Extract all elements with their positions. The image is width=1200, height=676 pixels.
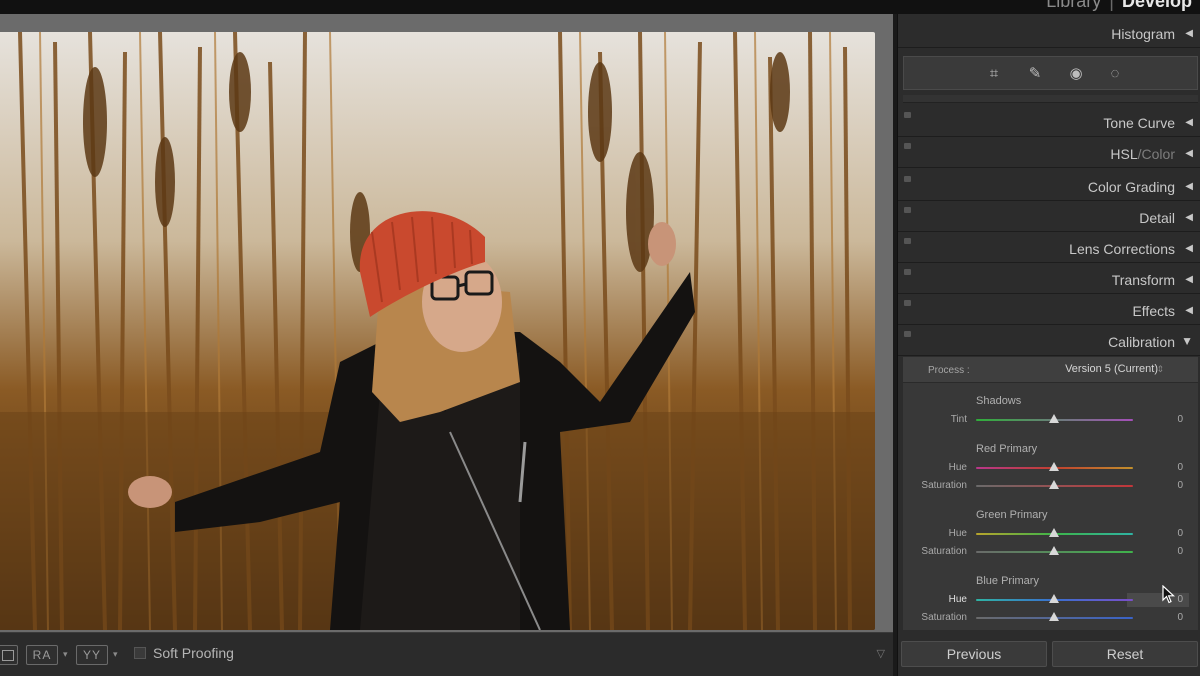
panel-transform[interactable]: Transform ◀ [898,265,1200,294]
panel-effects[interactable]: Effects ◀ [898,296,1200,325]
panel-toggle[interactable] [904,331,911,337]
blue-saturation-label: Saturation [921,612,967,623]
panel-toggle[interactable] [904,112,911,118]
mouse-cursor-icon [1162,585,1176,604]
green-hue-value[interactable]: 0 [1163,528,1183,539]
panel-toggle[interactable] [904,143,911,149]
photo-illustration [0,32,875,630]
process-label: Process : [928,365,970,376]
red-primary-title: Red Primary [976,443,1038,455]
tool-strip: ⌗ ✎ ◉ ◌ [903,56,1198,90]
blue-saturation-thumb[interactable] [1049,612,1059,621]
shadows-tint-label: Tint [950,414,967,425]
collapse-icon[interactable]: ◀ [1185,212,1193,223]
hsl-tab[interactable]: HSL [1110,146,1137,162]
red-hue-label: Hue [948,462,967,473]
panel-toggle[interactable] [904,269,911,275]
calibration-panel-body: Process : Version 5 (Current) ⇕ Shadows … [903,357,1198,630]
green-hue-thumb[interactable] [1049,528,1059,537]
expanded-icon[interactable]: ▼ [1181,334,1193,348]
panel-toggle[interactable] [904,207,911,213]
green-saturation-thumb[interactable] [1049,546,1059,555]
panel-lens-corrections[interactable]: Lens Corrections ◀ [898,234,1200,263]
panel-toggle[interactable] [904,238,911,244]
previous-button[interactable]: Previous [901,641,1047,667]
module-develop[interactable]: Develop [1122,0,1192,11]
soft-proofing-checkbox[interactable] [134,647,146,659]
panel-divider [903,95,1198,103]
collapse-icon[interactable]: ◀ [1185,243,1193,254]
panel-calibration[interactable]: Calibration ▼ [898,327,1200,356]
red-saturation-thumb[interactable] [1049,480,1059,489]
collapse-icon[interactable]: ◀ [1185,148,1193,159]
before-after-split-button[interactable]: YY [76,645,108,665]
healing-icon[interactable]: ✎ [1025,64,1045,84]
panel-tone-curve[interactable]: Tone Curve ◀ [898,108,1200,137]
module-separator: | [1109,0,1114,11]
panel-toggle[interactable] [904,300,911,306]
shadows-title: Shadows [976,395,1022,407]
red-hue-value[interactable]: 0 [1163,462,1183,473]
collapse-icon[interactable]: ◀ [1185,274,1193,285]
process-selector[interactable]: Process : Version 5 (Current) ⇕ [903,357,1198,383]
collapse-icon[interactable]: ◀ [1185,28,1193,39]
blue-saturation-value[interactable]: 0 [1163,612,1183,623]
green-saturation-label: Saturation [921,546,967,557]
blue-hue-label: Hue [948,594,967,605]
module-picker: Library | Develop [1046,0,1192,12]
reset-button[interactable]: Reset [1052,641,1198,667]
image-canvas[interactable] [0,14,893,632]
green-primary-title: Green Primary [976,509,1048,521]
crop-icon[interactable]: ⌗ [984,64,1004,84]
toolbar-menu-icon[interactable]: ▽ [877,647,885,660]
updown-arrows-icon[interactable]: ⇕ [1156,364,1164,375]
panel-color-grading[interactable]: Color Grading ◀ [898,172,1200,201]
blue-primary-title: Blue Primary [976,575,1039,587]
process-value[interactable]: Version 5 (Current) [1065,363,1158,375]
collapse-icon[interactable]: ◀ [1185,181,1193,192]
collapse-icon[interactable]: ◀ [1185,117,1193,128]
collapse-icon[interactable]: ◀ [1185,305,1193,316]
red-eye-icon[interactable]: ◉ [1066,64,1086,84]
develop-right-panel: Histogram ◀ ⌗ ✎ ◉ ◌ Tone Curve ◀ HSL/Col… [897,14,1200,676]
panel-detail[interactable]: Detail ◀ [898,203,1200,232]
loupe-view-button[interactable] [0,645,18,665]
panel-title: Histogram [1111,26,1175,42]
green-saturation-value[interactable]: 0 [1163,546,1183,557]
module-library[interactable]: Library [1046,0,1101,11]
panel-hsl-color[interactable]: HSL/Color ◀ [898,139,1200,168]
blue-hue-thumb[interactable] [1049,594,1059,603]
before-after-dropdown-icon[interactable]: ▾ [63,649,68,660]
masking-icon[interactable]: ◌ [1105,64,1125,84]
photo-preview[interactable] [0,32,875,630]
color-tab[interactable]: Color [1142,146,1175,162]
panel-toggle[interactable] [904,176,911,182]
before-after-button[interactable]: RA [26,645,58,665]
panel-histogram[interactable]: Histogram ◀ [898,19,1200,48]
red-saturation-value[interactable]: 0 [1163,480,1183,491]
top-bar: Library | Develop [0,0,1200,14]
red-hue-thumb[interactable] [1049,462,1059,471]
shadows-tint-value[interactable]: 0 [1163,414,1183,425]
split-dropdown-icon[interactable]: ▾ [113,649,118,660]
green-hue-label: Hue [948,528,967,539]
soft-proofing-label: Soft Proofing [153,645,234,661]
shadows-tint-thumb[interactable] [1049,414,1059,423]
red-saturation-label: Saturation [921,480,967,491]
